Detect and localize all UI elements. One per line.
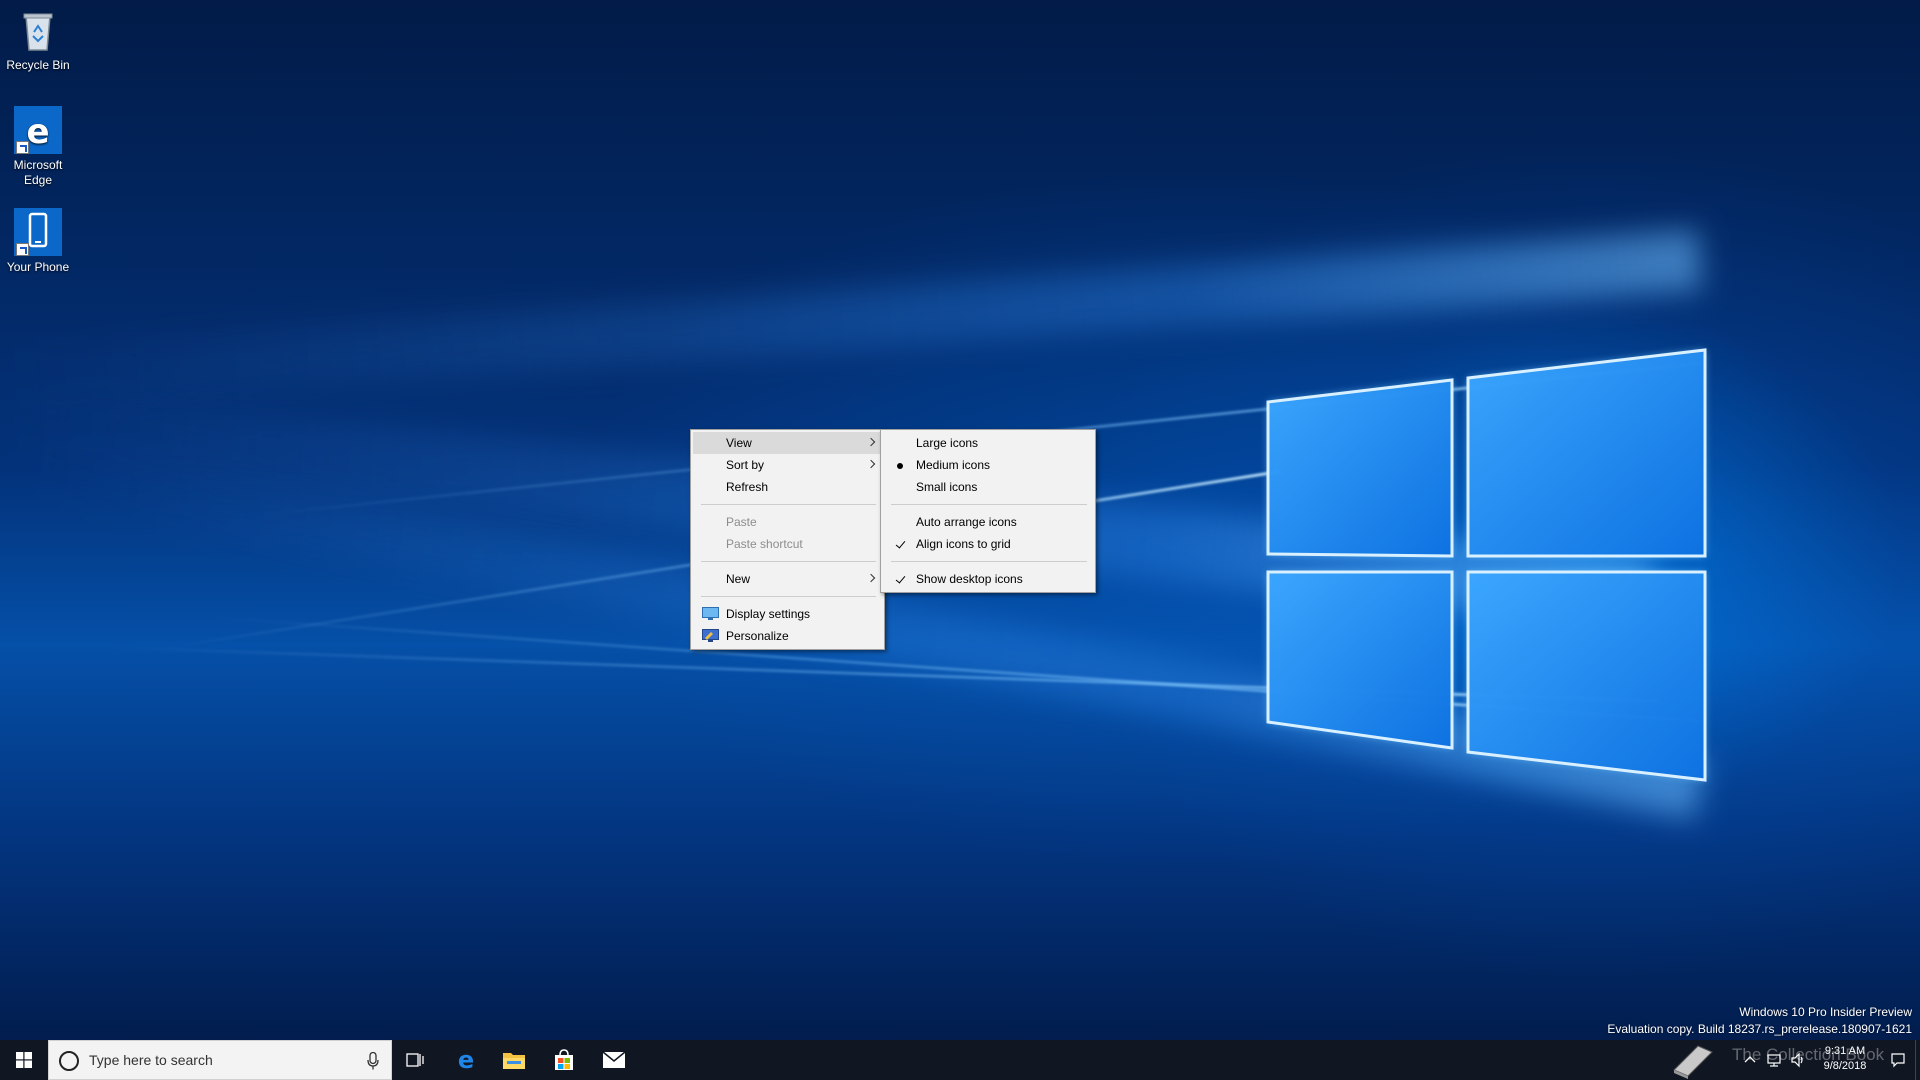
- checkmark-icon: [893, 568, 907, 590]
- menu-separator: [701, 596, 876, 597]
- personalize-icon: [702, 629, 719, 642]
- menu-item-display-settings-label: Display settings: [726, 607, 811, 621]
- menu-item-refresh-label: Refresh: [726, 480, 769, 494]
- taskbar-edge-button[interactable]: e: [442, 1040, 490, 1080]
- chevron-right-icon: [866, 459, 876, 469]
- recycle-bin-icon: [14, 6, 62, 54]
- mail-icon: [602, 1051, 626, 1068]
- taskbar-mail-button[interactable]: [590, 1040, 638, 1080]
- phone-icon: [14, 208, 62, 256]
- action-center-icon[interactable]: [1890, 1052, 1906, 1068]
- chevron-right-icon: [866, 573, 876, 583]
- menu-separator: [701, 504, 876, 505]
- menu-separator: [701, 561, 876, 562]
- view-submenu: Large icons Medium icons Small icons Aut…: [880, 429, 1096, 593]
- build-watermark: Windows 10 Pro Insider Preview Evaluatio…: [1607, 1004, 1912, 1038]
- taskbar-store-button[interactable]: [540, 1040, 588, 1080]
- menu-item-sort-by[interactable]: Sort by: [693, 454, 882, 476]
- svg-text:e: e: [26, 112, 49, 152]
- edge-icon: e: [14, 106, 62, 154]
- clock-date: 9/8/2018: [1823, 1060, 1867, 1072]
- clock-time: 9:31 AM: [1824, 1045, 1866, 1057]
- show-desktop-button[interactable]: [1915, 1040, 1920, 1080]
- taskbar: Type here to search e The Collection Boo…: [0, 1040, 1920, 1080]
- cortana-circle-icon: [59, 1051, 79, 1071]
- store-icon: [555, 1049, 573, 1070]
- shortcut-arrow-icon: [16, 243, 29, 256]
- submenu-item-large-icons[interactable]: Large icons: [883, 432, 1093, 454]
- menu-item-display-settings[interactable]: Display settings: [693, 603, 882, 625]
- system-clock[interactable]: 9:31 AM 9/8/2018: [1810, 1044, 1880, 1074]
- desktop-icon-microsoft-edge[interactable]: e Microsoft Edge: [0, 106, 76, 188]
- submenu-item-align-to-grid-label: Align icons to grid: [916, 537, 1011, 551]
- collection-book-logo: [1673, 1045, 1713, 1079]
- desktop-context-menu: View Sort by Refresh Paste Paste shortcu…: [690, 429, 885, 650]
- submenu-item-large-icons-label: Large icons: [916, 436, 979, 450]
- desktop-icon-recycle-bin[interactable]: Recycle Bin: [0, 6, 76, 73]
- menu-item-paste-shortcut: Paste shortcut: [693, 533, 882, 555]
- submenu-item-small-icons-label: Small icons: [916, 480, 978, 494]
- menu-item-view[interactable]: View: [693, 432, 882, 454]
- menu-separator: [891, 504, 1087, 505]
- desktop[interactable]: Recycle Bin e Microsoft Edge Your Phone …: [0, 0, 1920, 1040]
- menu-item-paste-shortcut-label: Paste shortcut: [726, 537, 803, 551]
- submenu-item-medium-icons[interactable]: Medium icons: [883, 454, 1093, 476]
- submenu-item-align-to-grid[interactable]: Align icons to grid: [883, 533, 1093, 555]
- submenu-item-medium-icons-label: Medium icons: [916, 458, 991, 472]
- search-placeholder: Type here to search: [89, 1052, 213, 1068]
- submenu-item-auto-arrange-label: Auto arrange icons: [916, 515, 1017, 529]
- radio-dot-icon: [893, 454, 907, 476]
- start-button[interactable]: [0, 1040, 48, 1080]
- search-box[interactable]: Type here to search: [48, 1040, 392, 1080]
- task-view-button[interactable]: [392, 1040, 440, 1080]
- submenu-item-small-icons[interactable]: Small icons: [883, 476, 1093, 498]
- task-view-icon: [406, 1053, 424, 1067]
- file-explorer-icon: [503, 1053, 525, 1069]
- submenu-item-show-desktop-icons[interactable]: Show desktop icons: [883, 568, 1093, 590]
- watermark-build: Evaluation copy. Build 18237.rs_prerelea…: [1607, 1022, 1912, 1036]
- microphone-icon[interactable]: [367, 1052, 379, 1070]
- network-icon[interactable]: [1766, 1052, 1782, 1068]
- your-phone-label: Your Phone: [6, 260, 70, 274]
- display-settings-icon: [702, 607, 719, 620]
- menu-item-paste-label: Paste: [726, 515, 757, 529]
- chevron-right-icon: [866, 437, 876, 447]
- windows-start-icon: [16, 1052, 32, 1068]
- svg-text:e: e: [458, 1048, 474, 1072]
- submenu-item-auto-arrange[interactable]: Auto arrange icons: [883, 511, 1093, 533]
- watermark-edition: Windows 10 Pro Insider Preview: [1739, 1005, 1912, 1019]
- menu-item-personalize-label: Personalize: [726, 629, 789, 643]
- menu-item-personalize[interactable]: Personalize: [693, 625, 882, 647]
- chevron-up-icon[interactable]: [1742, 1052, 1758, 1068]
- recycle-bin-label: Recycle Bin: [6, 58, 70, 72]
- menu-item-new[interactable]: New: [693, 568, 882, 590]
- submenu-item-show-desktop-icons-label: Show desktop icons: [916, 572, 1023, 586]
- menu-separator: [891, 561, 1087, 562]
- menu-item-paste: Paste: [693, 511, 882, 533]
- taskbar-file-explorer-button[interactable]: [490, 1040, 538, 1080]
- menu-item-refresh[interactable]: Refresh: [693, 476, 882, 498]
- volume-icon[interactable]: [1790, 1052, 1806, 1068]
- microsoft-edge-label: Microsoft Edge: [13, 158, 63, 187]
- shortcut-arrow-icon: [16, 141, 29, 154]
- menu-item-sort-by-label: Sort by: [726, 458, 765, 472]
- menu-item-new-label: New: [726, 572, 751, 586]
- checkmark-icon: [893, 533, 907, 555]
- desktop-icon-your-phone[interactable]: Your Phone: [0, 208, 76, 275]
- edge-icon: e: [458, 1048, 474, 1072]
- menu-item-view-label: View: [726, 436, 752, 450]
